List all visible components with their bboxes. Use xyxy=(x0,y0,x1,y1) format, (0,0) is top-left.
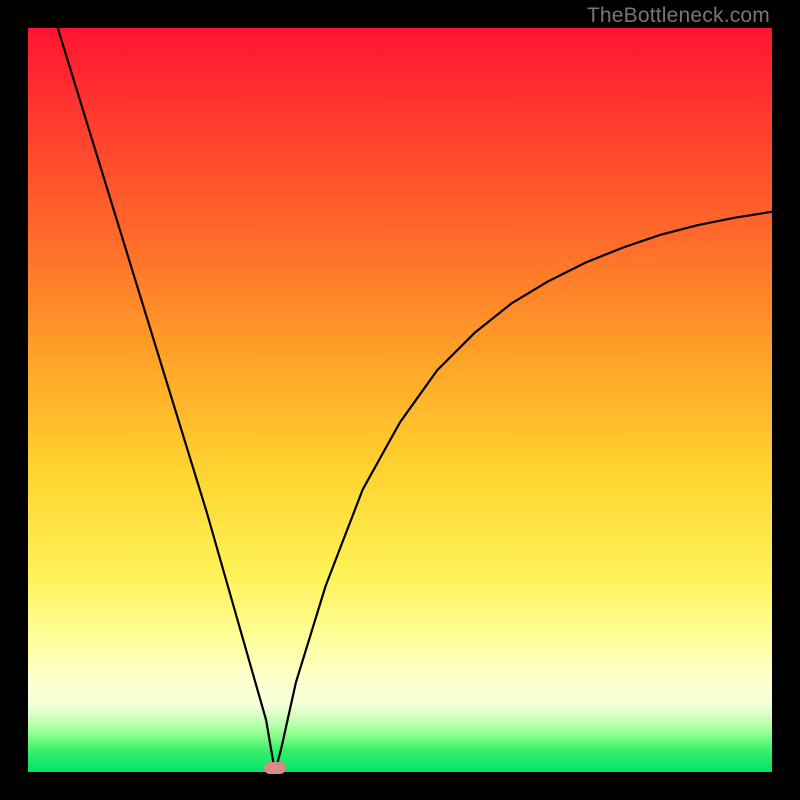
watermark-text: TheBottleneck.com xyxy=(587,4,770,28)
bottleneck-curve xyxy=(58,28,772,772)
valley-marker xyxy=(264,762,286,774)
chart-frame: TheBottleneck.com xyxy=(0,0,800,800)
curve-svg xyxy=(28,28,772,772)
plot-area xyxy=(28,28,772,772)
